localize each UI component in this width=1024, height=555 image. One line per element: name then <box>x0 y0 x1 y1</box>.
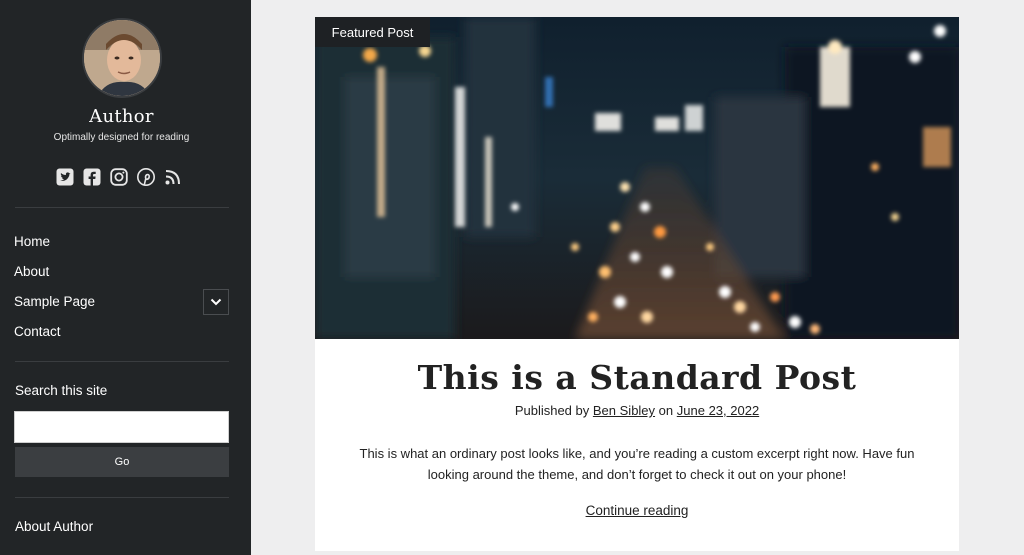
continue-reading-link[interactable]: Continue reading <box>586 503 689 518</box>
submenu-toggle-button[interactable] <box>203 289 229 315</box>
about-widget-heading: About Author <box>15 519 94 534</box>
post-card: Featured Post This is a Standard Post Pu… <box>315 17 959 551</box>
post-excerpt: This is what an ordinary post looks like… <box>359 446 915 482</box>
chevron-down-icon <box>210 298 222 306</box>
post-date-link[interactable]: June 23, 2022 <box>677 403 759 418</box>
twitter-icon[interactable] <box>56 168 74 186</box>
site-tagline: Optimally designed for reading <box>53 132 190 143</box>
post-byline: Published by Ben Sibley on June 23, 2022 <box>315 403 959 418</box>
search-label: Search this site <box>15 383 108 398</box>
featured-post-badge: Featured Post <box>315 17 430 47</box>
pinterest-icon[interactable] <box>137 168 155 186</box>
avatar[interactable] <box>82 18 162 98</box>
rss-icon[interactable] <box>164 168 182 186</box>
continue-reading: Continue reading <box>315 503 959 518</box>
search-input[interactable] <box>14 411 229 443</box>
author-link[interactable]: Ben Sibley <box>593 403 655 418</box>
menu-item-sample-page[interactable]: Sample Page <box>14 292 95 322</box>
facebook-icon[interactable] <box>83 168 101 186</box>
site-title[interactable]: Author <box>0 106 243 127</box>
featured-image[interactable]: Featured Post <box>315 17 959 339</box>
byline-on: on <box>658 403 674 418</box>
search-submit-button[interactable]: Go <box>15 447 229 477</box>
menu-item-contact[interactable]: Contact <box>14 322 95 352</box>
sidebar-divider <box>15 497 229 498</box>
sidebar-divider <box>15 361 229 362</box>
primary-menu: Home About Sample Page Contact <box>14 232 95 352</box>
instagram-icon[interactable] <box>110 168 128 186</box>
byline-prefix: Published by <box>514 403 590 418</box>
sidebar-divider <box>15 207 229 208</box>
post-title[interactable]: This is a Standard Post <box>315 358 959 397</box>
social-links <box>56 168 182 186</box>
sidebar: Author Optimally designed for reading Ho… <box>0 0 251 555</box>
menu-item-home[interactable]: Home <box>14 232 95 262</box>
menu-item-about[interactable]: About <box>14 262 95 292</box>
